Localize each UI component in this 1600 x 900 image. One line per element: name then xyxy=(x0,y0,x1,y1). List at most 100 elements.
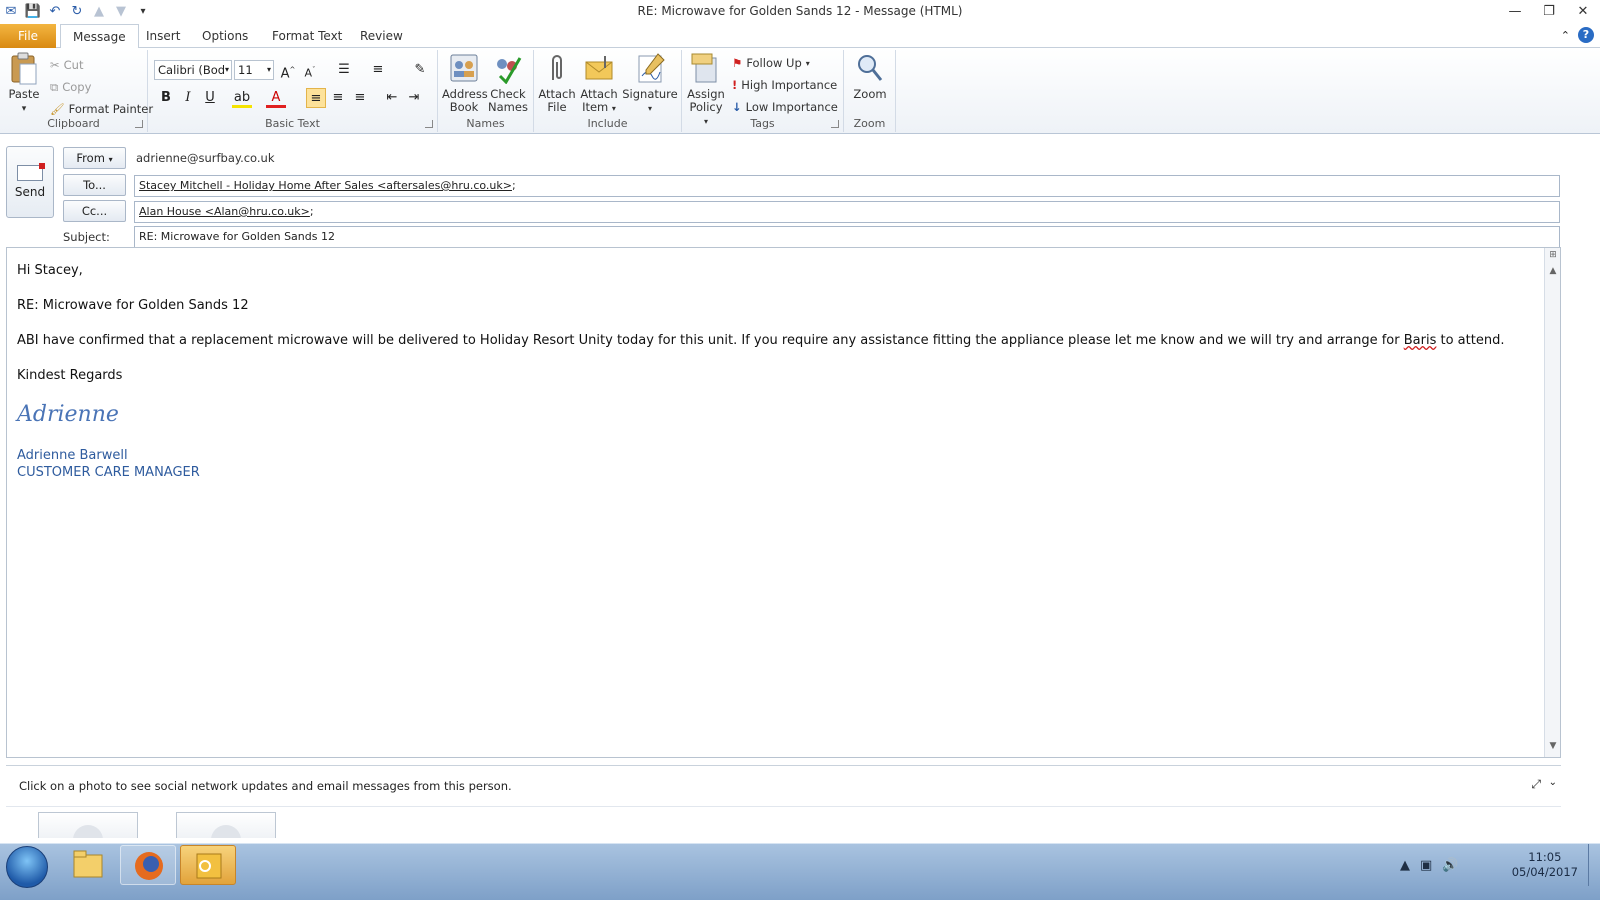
send-button[interactable]: Send xyxy=(6,146,54,218)
underline-button[interactable]: U xyxy=(200,88,220,108)
clipboard-dialog-launcher[interactable] xyxy=(135,120,143,128)
tab-review[interactable]: Review xyxy=(348,24,415,48)
greeting-line: Hi Stacey, xyxy=(17,263,83,278)
minimize-ribbon-icon[interactable]: ⌃ xyxy=(1561,29,1570,42)
grow-font-icon[interactable]: A^ xyxy=(278,60,298,81)
close-button[interactable]: ✕ xyxy=(1566,0,1600,22)
volume-icon[interactable]: 🔊 xyxy=(1442,858,1458,873)
firefox-taskbar-button[interactable] xyxy=(120,845,176,885)
paperclip-icon xyxy=(541,52,573,84)
follow-up-button[interactable]: ⚑ Follow Up ▾ xyxy=(732,54,810,72)
to-field[interactable]: Stacey Mitchell - Holiday Home After Sal… xyxy=(134,175,1560,197)
ruler-toggle-icon[interactable]: ⊞ xyxy=(1546,250,1560,264)
italic-button[interactable]: I xyxy=(178,88,198,108)
signature-name: Adrienne Barwell xyxy=(17,448,128,463)
basic-text-group: Calibri (Bod ▾ 11 ▾ A^ Aˇ ☰ ≡ ✎ B I U ab A… xyxy=(148,50,438,132)
cut-button[interactable]: ✂ Cut xyxy=(50,56,83,74)
low-importance-button[interactable]: ↓ Low Importance xyxy=(732,98,838,116)
folder-icon xyxy=(73,850,103,878)
flag-icon: ⚑ xyxy=(732,56,743,70)
handwritten-signature: Adrienne xyxy=(17,402,119,427)
expand-pane-icon[interactable]: ⤢ xyxy=(1531,777,1541,792)
help-icon[interactable]: ? xyxy=(1578,27,1594,43)
font-color-icon[interactable]: A xyxy=(266,88,286,108)
tags-dialog-launcher[interactable] xyxy=(831,120,839,128)
increase-indent-icon[interactable]: ⇥ xyxy=(404,88,424,108)
ribbon-tabs: File Message Insert Options Format Text … xyxy=(0,24,1600,49)
check-names-icon xyxy=(492,52,524,85)
policy-icon xyxy=(690,52,722,84)
copy-button[interactable]: ⧉ Copy xyxy=(50,78,91,96)
decrease-indent-icon[interactable]: ⇤ xyxy=(382,88,402,108)
outlook-taskbar-button[interactable] xyxy=(180,845,236,885)
basic-text-group-label: Basic Text xyxy=(265,117,320,130)
scissors-icon: ✂ xyxy=(50,58,60,72)
clipboard-group-label: Clipboard xyxy=(47,117,100,130)
show-desktop-button[interactable] xyxy=(1588,844,1600,886)
clear-formatting-icon[interactable]: ✎ xyxy=(410,60,430,80)
outlook-icon xyxy=(196,853,222,879)
clipboard-group: Paste ▾ ✂ Cut ⧉ Copy 🖌 Format Painter Clipbo… xyxy=(0,50,153,132)
envelope-icon xyxy=(583,52,615,84)
font-name-select[interactable]: Calibri (Bod ▾ xyxy=(154,60,232,80)
clock-time: 11:05 xyxy=(1528,850,1562,864)
high-importance-button[interactable]: ! High Importance xyxy=(732,76,837,94)
attach-file-button[interactable]: Attach File xyxy=(538,52,576,114)
cc-button[interactable]: Cc... xyxy=(63,200,126,222)
body-scrollbar[interactable]: ⊞ ▲ ▼ xyxy=(1544,248,1560,757)
highlight-icon[interactable]: ab xyxy=(232,88,252,108)
tab-message[interactable]: Message xyxy=(60,24,139,49)
align-left-button[interactable]: ≡ xyxy=(306,88,326,108)
send-icon xyxy=(17,163,45,181)
signature-button[interactable]: Signature ▾ xyxy=(622,52,678,115)
title-bar: ✉ 💾 ↶ ↻ ▲ ▼ ▾ RE: Microwave for Golden S… xyxy=(0,0,1600,24)
scroll-up-icon[interactable]: ▲ xyxy=(1546,266,1560,280)
contact-photo[interactable] xyxy=(38,812,138,838)
paste-button[interactable]: Paste ▾ xyxy=(6,52,42,116)
names-group: Address Book Check Names Names xyxy=(438,50,534,132)
show-hidden-icons[interactable]: ▲ xyxy=(1400,858,1410,873)
font-size-select[interactable]: 11 ▾ xyxy=(234,60,274,80)
subject-field[interactable]: RE: Microwave for Golden Sands 12 xyxy=(134,226,1560,248)
people-photos xyxy=(6,806,1561,838)
taskbar: ▲ ▣ 🔊 11:05 05/04/2017 xyxy=(0,843,1600,900)
contact-photo[interactable] xyxy=(176,812,276,838)
exclamation-icon: ! xyxy=(732,78,738,92)
align-right-button[interactable]: ≡ xyxy=(350,88,370,108)
from-button[interactable]: From ▾ xyxy=(63,147,126,169)
misspelled-word[interactable]: Baris xyxy=(1404,333,1437,348)
taskbar-clock[interactable]: 11:05 05/04/2017 xyxy=(1512,850,1578,880)
numbering-icon[interactable]: ≡ xyxy=(368,60,388,80)
shrink-font-icon[interactable]: Aˇ xyxy=(300,60,320,80)
explorer-taskbar-button[interactable] xyxy=(60,845,116,885)
brush-icon: 🖌 xyxy=(50,102,65,116)
windows-start-icon[interactable] xyxy=(6,846,48,888)
address-book-button[interactable]: Address Book xyxy=(442,52,488,114)
people-pane-header: Click on a photo to see social network u… xyxy=(6,765,1561,803)
restore-button[interactable]: ❐ xyxy=(1532,0,1566,22)
tab-file[interactable]: File xyxy=(0,24,56,48)
network-icon[interactable]: ▣ xyxy=(1420,858,1432,873)
bullets-icon[interactable]: ☰ xyxy=(334,60,354,80)
check-names-button[interactable]: Check Names xyxy=(486,52,530,114)
tab-insert[interactable]: Insert xyxy=(134,24,192,48)
basic-text-dialog-launcher[interactable] xyxy=(425,120,433,128)
format-painter-button[interactable]: 🖌 Format Painter xyxy=(50,100,153,118)
zoom-button[interactable]: Zoom xyxy=(848,52,892,101)
to-button[interactable]: To... xyxy=(63,174,126,196)
minimize-button[interactable]: — xyxy=(1498,0,1532,22)
cc-field[interactable]: Alan House <Alan@hru.co.uk>; xyxy=(134,201,1560,223)
tab-format-text[interactable]: Format Text xyxy=(260,24,354,48)
collapse-pane-icon[interactable]: ⌄ xyxy=(1549,777,1557,788)
people-pane-message: Click on a photo to see social network u… xyxy=(19,779,512,793)
clock-date: 05/04/2017 xyxy=(1511,865,1578,879)
window-controls: — ❐ ✕ xyxy=(1498,0,1600,22)
attach-item-button[interactable]: Attach Item ▾ xyxy=(578,52,620,115)
align-center-button[interactable]: ≡ xyxy=(328,88,348,108)
scroll-down-icon[interactable]: ▼ xyxy=(1546,741,1560,755)
signature-title: CUSTOMER CARE MANAGER xyxy=(17,465,200,480)
bold-button[interactable]: B xyxy=(156,88,176,108)
re-line: RE: Microwave for Golden Sands 12 xyxy=(17,298,249,313)
tab-options[interactable]: Options xyxy=(190,24,260,48)
message-body[interactable]: Hi Stacey, RE: Microwave for Golden Sand… xyxy=(6,247,1561,758)
